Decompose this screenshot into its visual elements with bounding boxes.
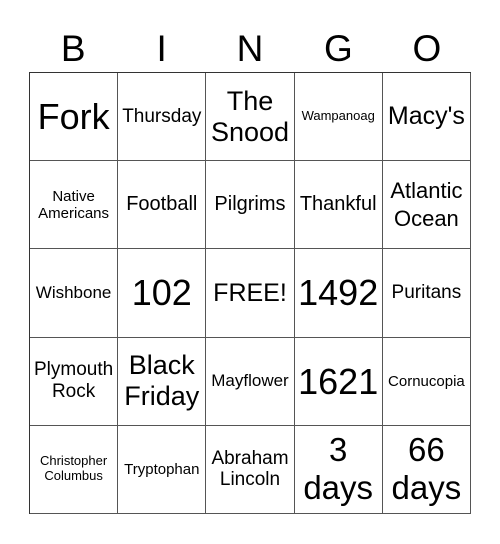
bingo-cell[interactable]: Puritans — [382, 249, 471, 338]
bingo-cell[interactable]: Macy's — [382, 73, 471, 162]
bingo-cell[interactable]: 3 days — [294, 425, 383, 514]
bingo-cell[interactable]: Native Americans — [30, 161, 119, 250]
header-letter-o: O — [412, 28, 442, 69]
bingo-cell[interactable]: The Snood — [206, 73, 295, 162]
bingo-header: B I N G O — [29, 26, 471, 72]
header-letter-n: N — [236, 28, 264, 69]
bingo-cell[interactable]: Black Friday — [118, 337, 207, 426]
header-letter-b: B — [60, 28, 86, 69]
free-space[interactable]: FREE! — [206, 249, 295, 338]
bingo-cell[interactable]: Fork — [30, 73, 119, 162]
bingo-cell[interactable]: Thursday — [118, 73, 207, 162]
bingo-cell[interactable]: Atlantic Ocean — [382, 161, 471, 250]
bingo-cell[interactable]: 102 — [118, 249, 207, 338]
bingo-cell[interactable]: 1621 — [294, 337, 383, 426]
bingo-cell[interactable]: 1492 — [294, 249, 383, 338]
bingo-cell[interactable]: Tryptophan — [118, 425, 207, 514]
bingo-cell[interactable]: Cornucopia — [382, 337, 471, 426]
bingo-cell[interactable]: Christopher Columbus — [30, 425, 119, 514]
header-letter-i: I — [156, 28, 167, 69]
bingo-cell[interactable]: Mayflower — [206, 337, 295, 426]
bingo-cell[interactable]: Wampanoag — [294, 73, 383, 162]
bingo-cell[interactable]: Plymouth Rock — [30, 337, 119, 426]
bingo-cell[interactable]: Abraham Lincoln — [206, 425, 295, 514]
bingo-card: Fork Thursday The Snood Wampanoag Macy's… — [29, 72, 471, 514]
bingo-cell[interactable]: Football — [118, 161, 207, 250]
bingo-cell[interactable]: Thankful — [294, 161, 383, 250]
bingo-cell[interactable]: 66 days — [382, 425, 471, 514]
bingo-cell[interactable]: Wishbone — [30, 249, 119, 338]
header-letter-g: G — [324, 28, 353, 69]
bingo-cell[interactable]: Pilgrims — [206, 161, 295, 250]
